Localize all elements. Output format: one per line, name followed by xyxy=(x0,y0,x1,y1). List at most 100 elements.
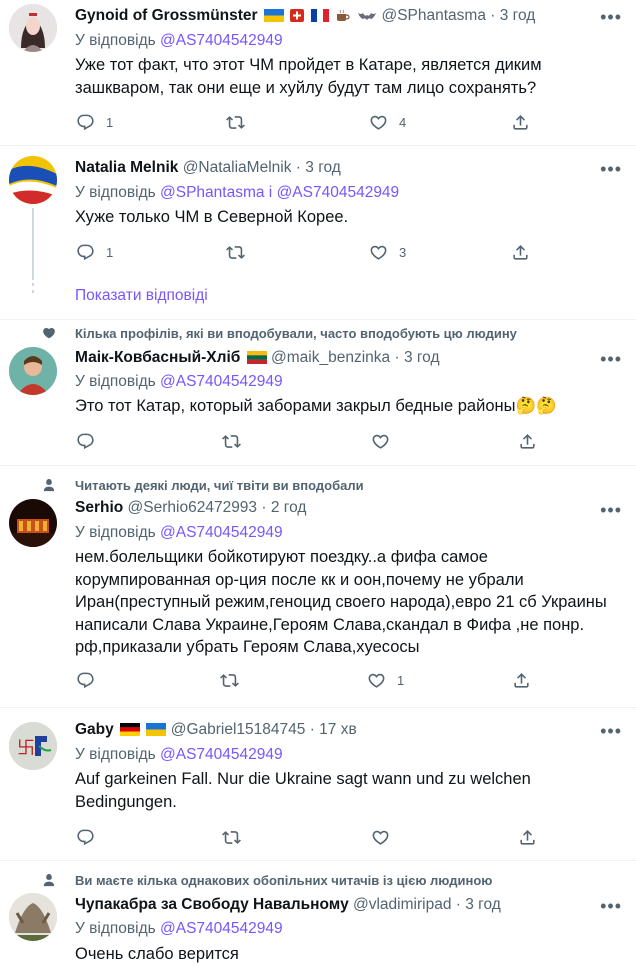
like-count: 3 xyxy=(399,244,407,260)
timestamp[interactable]: 3 год xyxy=(404,349,440,366)
timestamp[interactable]: 17 хв xyxy=(319,721,357,738)
social-context: Кілька профілів, які ви вподобували, час… xyxy=(75,326,517,341)
tweet-text: Auf garkeinen Fall. Nur die Ukraine sagt… xyxy=(75,770,531,811)
avatar[interactable] xyxy=(9,4,57,52)
dot-separator: · xyxy=(490,7,496,24)
reply-icon xyxy=(76,828,95,847)
user-handle[interactable]: @vladimiripad xyxy=(353,896,451,913)
display-name[interactable]: Gaby xyxy=(75,721,114,738)
dot-separator: · xyxy=(394,349,400,366)
more-icon[interactable]: ••• xyxy=(600,8,622,26)
share-button[interactable] xyxy=(518,430,537,452)
like-count: 4 xyxy=(399,114,407,130)
replying-to-label: У відповідь xyxy=(75,32,156,49)
reply-icon xyxy=(76,432,95,451)
social-context: Ви маєте кілька однакових обопільних чит… xyxy=(75,873,493,888)
reply-button[interactable] xyxy=(76,430,106,452)
mention-link[interactable]: @AS7404542949 xyxy=(160,32,283,49)
like-button[interactable]: 1 xyxy=(367,669,404,691)
avatar[interactable] xyxy=(9,893,57,941)
share-icon xyxy=(511,113,530,132)
replying-to: У відповідь @AS7404542949 xyxy=(75,523,283,543)
display-name[interactable]: Gynoid of Grossmünster xyxy=(75,7,258,24)
timestamp[interactable]: 2 год xyxy=(271,499,307,516)
share-icon xyxy=(511,243,530,262)
reply-button[interactable]: 1 xyxy=(76,241,113,263)
tweet-text: Хуже только ЧМ в Северной Корее. xyxy=(75,208,349,226)
timestamp[interactable]: 3 год xyxy=(465,896,501,913)
like-button[interactable] xyxy=(371,826,401,848)
replying-to-label: У відповідь xyxy=(75,373,156,390)
mention-link[interactable]: @SPhantasma xyxy=(160,184,264,201)
tweet[interactable]: Gynoid of Grossmünster @SPhantasma · 3 г… xyxy=(0,0,636,150)
more-icon[interactable]: ••• xyxy=(600,897,622,915)
mention-link[interactable]: @AS7404542949 xyxy=(160,746,283,763)
display-name[interactable]: Natalia Melnik xyxy=(75,159,178,176)
tweet-actions xyxy=(75,826,555,848)
share-button[interactable] xyxy=(511,241,530,263)
tweet-header: Serhio @Serhio62472993 · 2 год xyxy=(75,498,306,518)
share-button[interactable] xyxy=(511,111,530,133)
tweet-text: Это тот Катар, который заборами закрыл б… xyxy=(75,397,557,415)
avatar[interactable]: 卐 xyxy=(9,722,57,770)
replying-to-label: У відповідь xyxy=(75,524,156,541)
reply-button[interactable]: 1 xyxy=(76,111,113,133)
timestamp[interactable]: 3 год xyxy=(305,159,341,176)
replying-to: У відповідь @SPhantasma і @AS7404542949 xyxy=(75,183,399,203)
retweet-icon xyxy=(226,243,245,262)
user-handle[interactable]: @NataliaMelnik xyxy=(183,159,292,176)
retweet-button[interactable] xyxy=(220,669,250,691)
retweet-button[interactable] xyxy=(226,111,256,133)
tweet[interactable]: Ви маєте кілька однакових обопільних чит… xyxy=(0,861,636,963)
replying-to-label: У відповідь xyxy=(75,184,156,201)
like-count: 1 xyxy=(397,672,405,688)
mention-link[interactable]: @AS7404542949 xyxy=(160,524,283,541)
mention-link[interactable]: @AS7404542949 xyxy=(160,920,283,937)
like-icon xyxy=(371,432,390,451)
mention-link[interactable]: @AS7404542949 xyxy=(277,184,400,201)
like-button[interactable] xyxy=(371,430,401,452)
share-button[interactable] xyxy=(518,826,537,848)
retweet-icon xyxy=(222,828,241,847)
avatar[interactable] xyxy=(9,347,57,395)
more-icon[interactable]: ••• xyxy=(600,501,622,519)
tweet-actions: 1 4 xyxy=(75,111,555,133)
tweet-header: Маік-Ковбасный-Хліб @maik_benzinka · 3 г… xyxy=(75,348,440,368)
replying-to-label: У відповідь xyxy=(75,920,156,937)
like-button[interactable]: 3 xyxy=(369,241,406,263)
user-handle[interactable]: @Gabriel15184745 xyxy=(171,721,306,738)
avatar[interactable] xyxy=(9,499,57,547)
tweet[interactable]: Natalia Melnik @NataliaMelnik · 3 год ••… xyxy=(0,146,636,322)
more-icon[interactable]: ••• xyxy=(600,350,622,368)
tweet[interactable]: Кілька профілів, які ви вподобували, час… xyxy=(0,320,636,464)
user-handle[interactable]: @Serhio62472993 xyxy=(128,499,258,516)
avatar[interactable] xyxy=(9,156,57,204)
france-flag-icon xyxy=(310,9,329,22)
share-icon xyxy=(512,671,531,690)
more-icon[interactable]: ••• xyxy=(600,160,622,178)
mention-link[interactable]: @AS7404542949 xyxy=(160,373,283,390)
user-handle[interactable]: @maik_benzinka xyxy=(271,349,390,366)
display-name[interactable]: Serhio xyxy=(75,499,123,516)
like-icon xyxy=(367,671,386,690)
tweet[interactable]: Читають деякі люди, чиї твіти ви вподоба… xyxy=(0,466,636,706)
germany-flag-icon xyxy=(120,723,141,736)
display-name[interactable]: Чупакабра за Свободу Навальному xyxy=(75,896,349,913)
more-icon[interactable]: ••• xyxy=(600,722,622,740)
reply-button[interactable] xyxy=(76,826,106,848)
like-button[interactable]: 4 xyxy=(369,111,406,133)
display-name[interactable]: Маік-Ковбасный-Хліб xyxy=(75,349,240,366)
tweet-actions: 1 3 xyxy=(75,241,555,263)
retweet-icon xyxy=(226,113,245,132)
show-replies-link[interactable]: Показати відповіді xyxy=(75,287,208,305)
share-button[interactable] xyxy=(512,669,531,691)
retweet-button[interactable] xyxy=(226,241,256,263)
timestamp[interactable]: 3 год xyxy=(500,7,536,24)
tweet[interactable]: 卐 Gaby @Gabriel15184745 · 17 хв ••• У ві… xyxy=(0,708,636,858)
replying-to-label: У відповідь xyxy=(75,746,156,763)
user-handle[interactable]: @SPhantasma xyxy=(381,7,485,24)
retweet-button[interactable] xyxy=(222,430,252,452)
retweet-button[interactable] xyxy=(222,826,252,848)
reply-icon xyxy=(76,243,95,262)
reply-button[interactable] xyxy=(76,669,106,691)
